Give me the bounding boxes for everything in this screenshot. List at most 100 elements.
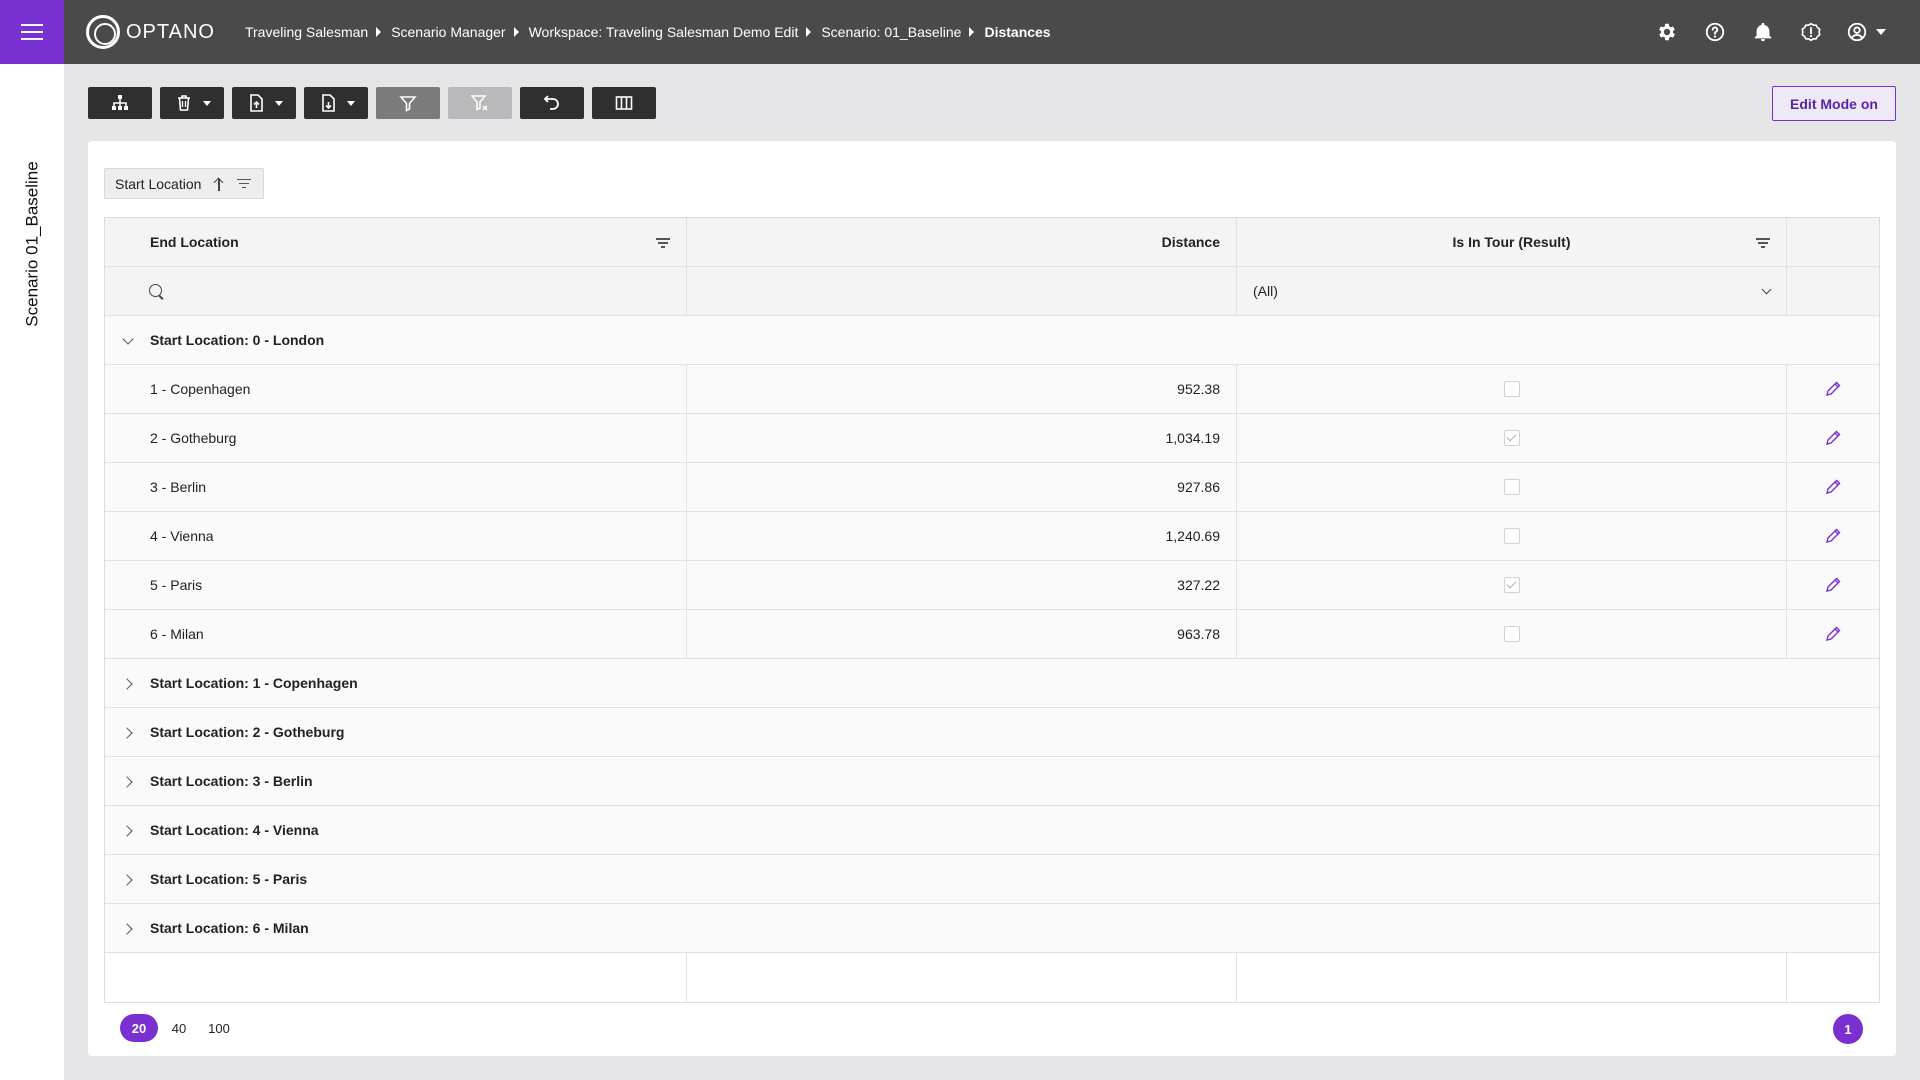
actions-cell (1787, 512, 1879, 560)
table-row[interactable]: 4 - Vienna 1,240.69 (105, 512, 1879, 561)
filter-lines-icon[interactable] (237, 178, 252, 189)
search-icon (149, 284, 162, 297)
distance-cell[interactable]: 327.22 (687, 561, 1237, 609)
is-in-tour-checkbox[interactable] (1503, 479, 1520, 495)
filter-clear-icon (470, 95, 488, 111)
group-row-collapsed[interactable]: Start Location: 3 - Berlin (105, 757, 1879, 806)
pencil-edit-icon[interactable] (1823, 575, 1843, 595)
logo-ring-icon (86, 15, 120, 49)
is-in-tour-checkbox[interactable] (1503, 381, 1520, 397)
delete-dropdown-button[interactable] (160, 87, 224, 119)
group-row-collapsed[interactable]: Start Location: 5 - Paris (105, 855, 1879, 904)
actions-cell (1787, 561, 1879, 609)
chevron-right-icon (120, 677, 133, 690)
is-in-tour-cell (1237, 414, 1787, 462)
group-expand-toggle[interactable] (105, 708, 150, 757)
filter-toggle-button[interactable] (376, 87, 440, 119)
distance-cell[interactable]: 952.38 (687, 365, 1237, 413)
help-icon (1705, 22, 1725, 42)
end-location-cell: 1 - Copenhagen (105, 365, 687, 413)
group-row-collapsed[interactable]: Start Location: 6 - Milan (105, 904, 1879, 953)
column-header-is-in-tour[interactable]: Is In Tour (Result) (1237, 218, 1787, 266)
logo[interactable]: OPTANO (86, 15, 215, 49)
breadcrumb-item-scenario-manager[interactable]: Scenario Manager (391, 24, 505, 40)
table-row[interactable]: 1 - Copenhagen 952.38 (105, 365, 1879, 414)
settings-button[interactable] (1654, 19, 1680, 45)
column-header-end-location[interactable]: End Location (105, 218, 687, 266)
column-menu-icon[interactable] (1756, 238, 1770, 248)
menu-button[interactable] (0, 0, 64, 64)
table-row[interactable]: 6 - Milan 963.78 (105, 610, 1879, 659)
distance-cell[interactable]: 1,240.69 (687, 512, 1237, 560)
distance-cell[interactable]: 927.86 (687, 463, 1237, 511)
group-expand-toggle[interactable] (105, 904, 150, 953)
alerts-button[interactable] (1798, 19, 1824, 45)
help-button[interactable] (1702, 19, 1728, 45)
side-rail: Scenario 01_Baseline (0, 64, 64, 1080)
chevron-down-icon (121, 332, 134, 345)
is-in-tour-checkbox[interactable] (1503, 577, 1520, 593)
grid-panel: Start Location End Location Distance Is … (88, 141, 1896, 1056)
group-expand-toggle[interactable] (105, 855, 150, 904)
column-header-label: Is In Tour (Result) (1452, 234, 1571, 250)
breadcrumb: Traveling Salesman Scenario Manager Work… (245, 24, 1051, 40)
breadcrumb-item-project[interactable]: Traveling Salesman (245, 24, 368, 40)
edit-mode-button[interactable]: Edit Mode on (1772, 86, 1896, 121)
undo-button[interactable] (520, 87, 584, 119)
breadcrumb-item-scenario[interactable]: Scenario: 01_Baseline (821, 24, 961, 40)
pencil-edit-icon[interactable] (1823, 624, 1843, 644)
notifications-button[interactable] (1750, 19, 1776, 45)
column-header-distance[interactable]: Distance (687, 218, 1237, 266)
end-location-cell: 4 - Vienna (105, 512, 687, 560)
is-in-tour-checkbox[interactable] (1503, 430, 1520, 446)
group-expand-toggle[interactable] (105, 806, 150, 855)
group-expand-toggle[interactable] (105, 757, 150, 806)
group-row-collapsed[interactable]: Start Location: 1 - Copenhagen (105, 659, 1879, 708)
import-dropdown-button[interactable] (232, 87, 296, 119)
end-location-cell: 3 - Berlin (105, 463, 687, 511)
file-upload-icon (249, 94, 263, 112)
table-row[interactable]: 3 - Berlin 927.86 (105, 463, 1879, 512)
pencil-edit-icon[interactable] (1823, 526, 1843, 546)
file-download-icon (321, 94, 335, 112)
sort-ascending-icon[interactable] (213, 177, 225, 191)
page-size-option[interactable]: 100 (200, 1014, 238, 1042)
current-page-button[interactable]: 1 (1833, 1014, 1863, 1044)
group-collapse-toggle[interactable] (105, 316, 150, 365)
page-size-option[interactable]: 20 (120, 1014, 158, 1042)
pencil-edit-icon[interactable] (1823, 379, 1843, 399)
columns-button[interactable] (592, 87, 656, 119)
gear-icon (1659, 23, 1675, 41)
is-in-tour-checkbox[interactable] (1503, 626, 1520, 642)
table-row[interactable]: 5 - Paris 327.22 (105, 561, 1879, 610)
grid-toolbar (88, 87, 664, 119)
chevron-down-icon (346, 100, 355, 106)
group-row-label: Start Location: 4 - Vienna (150, 822, 319, 838)
table-row[interactable]: 2 - Gotheburg 1,034.19 (105, 414, 1879, 463)
distance-cell[interactable]: 963.78 (687, 610, 1237, 658)
is-in-tour-filter-select[interactable]: (All) (1237, 267, 1787, 315)
distance-filter-cell[interactable] (687, 267, 1237, 315)
group-expand-toggle[interactable] (105, 659, 150, 708)
breadcrumb-item-workspace[interactable]: Workspace: Traveling Salesman Demo Edit (529, 24, 799, 40)
hierarchy-button[interactable] (88, 87, 152, 119)
group-row-expanded[interactable]: Start Location: 0 - London (105, 316, 1879, 365)
pencil-edit-icon[interactable] (1823, 477, 1843, 497)
pencil-edit-icon[interactable] (1823, 428, 1843, 448)
column-menu-icon[interactable] (656, 238, 670, 248)
user-menu-button[interactable] (1846, 19, 1886, 45)
chevron-right-icon (120, 873, 133, 886)
group-row-collapsed[interactable]: Start Location: 4 - Vienna (105, 806, 1879, 855)
column-header-actions (1787, 218, 1879, 266)
page-size-option[interactable]: 40 (160, 1014, 198, 1042)
bell-icon (1754, 22, 1772, 42)
end-location-filter-input[interactable] (105, 267, 687, 315)
chevron-right-icon (120, 824, 133, 837)
export-dropdown-button[interactable] (304, 87, 368, 119)
scenario-vertical-title: Scenario 01_Baseline (18, 144, 48, 344)
group-by-chip[interactable]: Start Location (104, 168, 265, 199)
is-in-tour-checkbox[interactable] (1503, 528, 1520, 544)
is-in-tour-filter-dropdown[interactable]: (All) (1253, 267, 1772, 315)
distance-cell[interactable]: 1,034.19 (687, 414, 1237, 462)
group-row-collapsed[interactable]: Start Location: 2 - Gotheburg (105, 708, 1879, 757)
